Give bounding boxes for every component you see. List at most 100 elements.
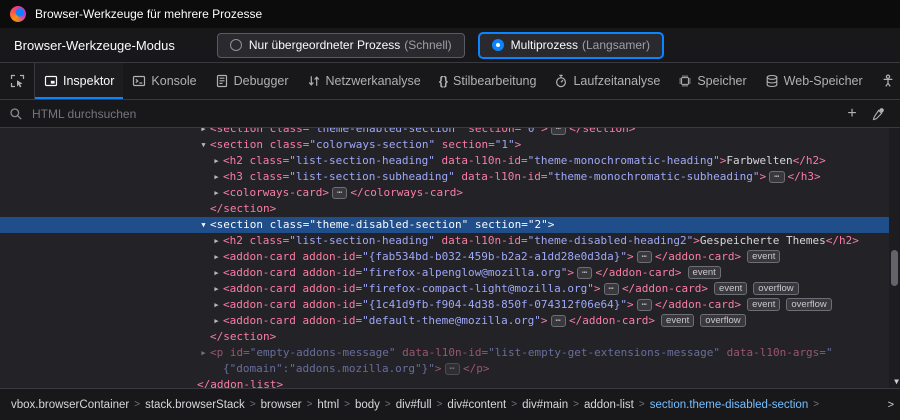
inline-ellipsis-badge[interactable]: ⋯	[769, 171, 784, 183]
markup-line[interactable]: ▶<h2 class="list-section-heading" data-l…	[0, 153, 900, 169]
tab-console[interactable]: Konsole	[123, 63, 205, 99]
inline-ellipsis-badge[interactable]: ⋯	[551, 128, 566, 135]
mode-option-hint: (Langsamer)	[582, 38, 650, 52]
markup-line[interactable]: ▶<h2 class="list-section-heading" data-l…	[0, 233, 900, 249]
breadcrumb-item[interactable]: section.theme-disabled-section	[647, 397, 812, 413]
event-badge[interactable]: event	[688, 266, 721, 279]
event-badge[interactable]: event	[714, 282, 747, 295]
breadcrumb-item[interactable]: html	[314, 397, 342, 413]
overflow-badge[interactable]: overflow	[700, 314, 745, 327]
markup-tag: <colorways-card	[223, 186, 322, 199]
markup-tag: >	[759, 170, 766, 183]
inline-ellipsis-badge[interactable]: ⋯	[604, 283, 619, 295]
breadcrumb-scroll-right-icon[interactable]: >	[888, 399, 894, 411]
expand-twisty-icon[interactable]: ▶	[210, 249, 223, 265]
markup-line[interactable]: ▶<addon-card addon-id="{1c41d9fb-f904-4d…	[0, 297, 900, 313]
scrollbar-down-icon[interactable]: ▼	[894, 377, 899, 387]
scrollbar-thumb[interactable]	[891, 250, 898, 286]
markup-tag: </h3>	[788, 170, 821, 183]
markup-val: "list-empty-get-extensions-message"	[488, 346, 720, 359]
inline-ellipsis-badge[interactable]: ⋯	[551, 315, 566, 327]
expand-twisty-icon[interactable]: ▶	[210, 233, 223, 249]
markup-line[interactable]: </addon-list>	[0, 377, 900, 388]
markup-code: <section class="colorways-section" secti…	[210, 137, 521, 153]
tab-label: Debugger	[234, 74, 289, 88]
markup-code: <h3 class="list-section-subheading" data…	[223, 169, 821, 185]
inline-ellipsis-badge[interactable]: ⋯	[332, 187, 347, 199]
markup-line[interactable]: ▶<p id="empty-addons-message" data-l10n-…	[0, 345, 900, 361]
breadcrumb-item[interactable]: vbox.browserContainer	[8, 397, 132, 413]
tab-network[interactable]: Netzwerkanalyse	[298, 63, 430, 99]
markup-line[interactable]: ▶<addon-card addon-id="default-theme@moz…	[0, 313, 900, 329]
performance-icon	[554, 74, 568, 88]
overflow-badge[interactable]: overflow	[753, 282, 798, 295]
tab-label: Speicher	[697, 74, 746, 88]
tab-debugger[interactable]: Debugger	[206, 63, 298, 99]
expand-twisty-icon[interactable]: ▶	[197, 128, 210, 137]
breadcrumb-item[interactable]: body	[352, 397, 383, 413]
debugger-icon	[215, 74, 229, 88]
markup-line[interactable]: </section>	[0, 329, 900, 345]
inline-ellipsis-badge[interactable]: ⋯	[637, 299, 652, 311]
add-node-button[interactable]: +	[839, 103, 865, 125]
breadcrumb-item[interactable]: div#full	[393, 397, 435, 413]
search-input[interactable]	[30, 106, 839, 122]
breadcrumb-item[interactable]: div#content	[444, 397, 509, 413]
markup-attr: section=	[435, 138, 495, 151]
expand-twisty-icon[interactable]: ▶	[210, 153, 223, 169]
tab-memory[interactable]: Speicher	[669, 63, 755, 99]
mode-option-parent-process[interactable]: Nur übergeordneter Prozess (Schnell)	[217, 33, 465, 58]
braces-icon: {}	[439, 74, 448, 88]
inline-ellipsis-badge[interactable]: ⋯	[445, 363, 460, 375]
expand-twisty-icon[interactable]: ▶	[210, 297, 223, 313]
tab-accessibility[interactable]: Barrierefreiheit	[872, 63, 900, 99]
event-badge[interactable]: event	[747, 298, 780, 311]
expand-twisty-icon[interactable]: ▶	[210, 169, 223, 185]
expand-twisty-icon[interactable]: ▶	[210, 281, 223, 297]
markup-attr: data-l10n-args=	[720, 346, 826, 359]
markup-view: ▶<section class="theme-enabled-section" …	[0, 128, 900, 388]
collapse-twisty-icon[interactable]: ▼	[197, 137, 210, 153]
overflow-badge[interactable]: overflow	[786, 298, 831, 311]
inline-ellipsis-badge[interactable]: ⋯	[637, 251, 652, 263]
markup-attr: addon-id=	[296, 314, 362, 327]
inline-ellipsis-badge[interactable]: ⋯	[577, 267, 592, 279]
markup-line[interactable]: ▶<section class="theme-enabled-section" …	[0, 128, 900, 137]
markup-line[interactable]: ▶<h3 class="list-section-subheading" dat…	[0, 169, 900, 185]
event-badge[interactable]: event	[747, 250, 780, 263]
tab-storage[interactable]: Web-Speicher	[756, 63, 872, 99]
expand-twisty-icon[interactable]: ▶	[210, 185, 223, 201]
markup-line-selected[interactable]: ▼<section class="theme-disabled-section"…	[0, 217, 900, 233]
expand-twisty-icon[interactable]: ▶	[197, 345, 210, 361]
markup-line[interactable]: ▼<section class="colorways-section" sect…	[0, 137, 900, 153]
markup-lines: ▶<section class="theme-enabled-section" …	[0, 128, 900, 388]
markup-tag: </addon-list>	[197, 378, 283, 388]
markup-line[interactable]: ▶<addon-card addon-id="firefox-alpenglow…	[0, 265, 900, 281]
mode-option-multiprocess[interactable]: Multiprozess (Langsamer)	[479, 33, 663, 58]
window-titlebar: Browser-Werkzeuge für mehrere Prozesse	[0, 0, 900, 28]
markup-line[interactable]: ▶<colorways-card>⋯</colorways-card>	[0, 185, 900, 201]
tab-styleeditor[interactable]: {}Stilbearbeitung	[430, 63, 546, 99]
expand-twisty-icon[interactable]: ▶	[210, 313, 223, 329]
collapse-twisty-icon[interactable]: ▼	[197, 217, 210, 233]
breadcrumb-separator: >	[134, 399, 140, 410]
breadcrumb-item[interactable]: stack.browserStack	[142, 397, 248, 413]
tab-inspector[interactable]: Inspektor	[35, 63, 123, 99]
markup-tag: </h2>	[826, 234, 859, 247]
markup-line[interactable]: {"domain":"addons.mozilla.org"}">⋯</p>	[0, 361, 900, 377]
search-icon	[9, 107, 23, 121]
breadcrumb-item[interactable]: browser	[258, 397, 305, 413]
breadcrumb-item[interactable]: div#main	[519, 397, 571, 413]
expand-twisty-icon[interactable]: ▶	[210, 265, 223, 281]
event-badge[interactable]: event	[661, 314, 694, 327]
markup-code: </section>	[210, 201, 276, 217]
markup-line[interactable]: ▶<addon-card addon-id="firefox-compact-l…	[0, 281, 900, 297]
markup-line[interactable]: ▶<addon-card addon-id="{fab534bd-b032-45…	[0, 249, 900, 265]
markup-code: </addon-list>	[197, 377, 283, 388]
eyedropper-button[interactable]	[865, 103, 891, 125]
markup-line[interactable]: </section>	[0, 201, 900, 217]
breadcrumb-item[interactable]: addon-list	[581, 397, 637, 413]
markup-tag: >	[548, 218, 555, 231]
tab-performance[interactable]: Laufzeitanalyse	[545, 63, 669, 99]
node-picker-button[interactable]	[0, 63, 35, 99]
